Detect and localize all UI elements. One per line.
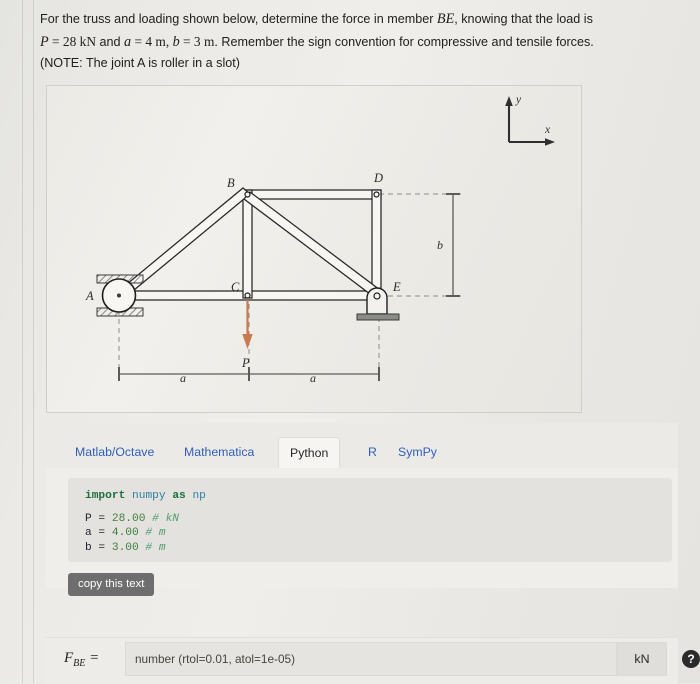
value-a: = 4 m (131, 33, 166, 49)
tab-sympy[interactable]: SymPy (387, 437, 448, 468)
help-icon[interactable]: ? (682, 650, 700, 668)
code-block: import numpy as np P = 28.00 # kN a = 4.… (68, 478, 672, 562)
dimension-b: b (437, 193, 460, 297)
prompt-and: and (96, 34, 125, 49)
prompt-line-2: P = 28 kN and a = 4 m, b = 3 m. Remember… (40, 31, 668, 54)
answer-unit-kn: kN (617, 642, 667, 676)
prompt-line-1-text-b: , knowing that the load is (454, 12, 593, 26)
prompt-line-3: (NOTE: The joint A is roller in a slot) (40, 56, 240, 70)
pin-d (373, 191, 380, 198)
joint-label-b: B (227, 176, 235, 190)
tab-matlab-octave[interactable]: Matlab/Octave (64, 437, 165, 468)
value-p: = 28 kN (48, 33, 97, 49)
member-bc (242, 189, 253, 299)
support-a-roller-in-slot (96, 274, 144, 317)
page-rule-inner (33, 0, 34, 683)
axes-indicator: y x (505, 94, 555, 146)
joint-label-d: D (373, 171, 383, 185)
dimension-label-a-right: a (310, 371, 316, 385)
pin-c (244, 292, 251, 299)
member-de (371, 189, 382, 301)
pin-b (244, 191, 251, 198)
answer-label-subscript: BE (73, 658, 86, 669)
code-comment-b: # m (138, 541, 166, 554)
code-line-p: P = 28.00 # kN (85, 512, 672, 527)
truss-members (118, 187, 382, 301)
axis-label-x: x (544, 124, 551, 136)
question-prompt: For the truss and loading shown below, d… (40, 9, 668, 75)
code-line-a: a = 4.00 # m (85, 526, 672, 541)
prompt-line-2-tail: . Remember the sign convention for compr… (214, 34, 594, 49)
code-var-b: b = (85, 541, 112, 554)
code-line-b: b = 3.00 # m (85, 541, 672, 556)
member-be (243, 191, 381, 298)
page-background: For the truss and loading shown below, d… (0, 0, 700, 684)
value-b: = 3 m (179, 33, 215, 49)
prompt-comma: , (165, 33, 173, 49)
language-tab-bar: Matlab/Octave Mathematica Python R SymPy (46, 423, 678, 469)
code-mod-numpy: numpy (132, 490, 166, 502)
code-comment-a: # m (138, 527, 166, 540)
code-kw-as: as (172, 490, 186, 502)
code-var-a: a = (85, 527, 112, 540)
joint-label-c: C (231, 280, 240, 294)
joint-label-a: A (85, 289, 94, 303)
truss-diagram: y x b a a P A B C D E (85, 94, 555, 385)
load-arrow-p: P (241, 300, 253, 370)
page-rule-left (22, 0, 23, 683)
code-val-a: 4.00 (111, 527, 139, 540)
axis-label-y: y (515, 94, 522, 106)
answer-label-f: F (64, 650, 74, 666)
code-alias-np: np (192, 490, 206, 502)
code-val-p: 28.00 (111, 512, 146, 525)
tab-r[interactable]: R (357, 437, 388, 468)
member-name-be: BE (436, 11, 455, 27)
answer-row: FBE = kN ? (46, 637, 700, 684)
code-kw-import: import (85, 490, 126, 502)
member-bd (242, 189, 382, 200)
code-line-import: import numpy as np (85, 489, 672, 504)
answer-label-fbe: FBE = (64, 650, 99, 669)
joint-label-e: E (392, 280, 401, 294)
var-p: P (40, 33, 49, 50)
code-var-p: P = (85, 512, 112, 525)
prompt-line-1-text-a: For the truss and loading shown below, d… (40, 12, 437, 26)
code-comment-p: # kN (145, 512, 180, 525)
dimension-label-b: b (437, 238, 443, 252)
tab-mathematica[interactable]: Mathematica (173, 437, 265, 468)
tab-python[interactable]: Python (278, 437, 341, 468)
code-val-b: 3.00 (111, 541, 139, 554)
truss-figure-panel: y x b a a P A B C D E (46, 85, 582, 413)
code-pane: import numpy as np P = 28.00 # kN a = 4.… (46, 468, 678, 588)
dimension-guides (118, 193, 461, 372)
prompt-line-1: For the truss and loading shown below, d… (40, 9, 668, 31)
answer-input[interactable] (125, 642, 617, 676)
var-b: b (172, 33, 180, 50)
answer-label-equals: = (85, 650, 100, 666)
load-label-p: P (241, 356, 250, 370)
copy-this-text-button[interactable]: copy this text (68, 573, 155, 596)
dimension-label-a-left: a (180, 371, 186, 385)
